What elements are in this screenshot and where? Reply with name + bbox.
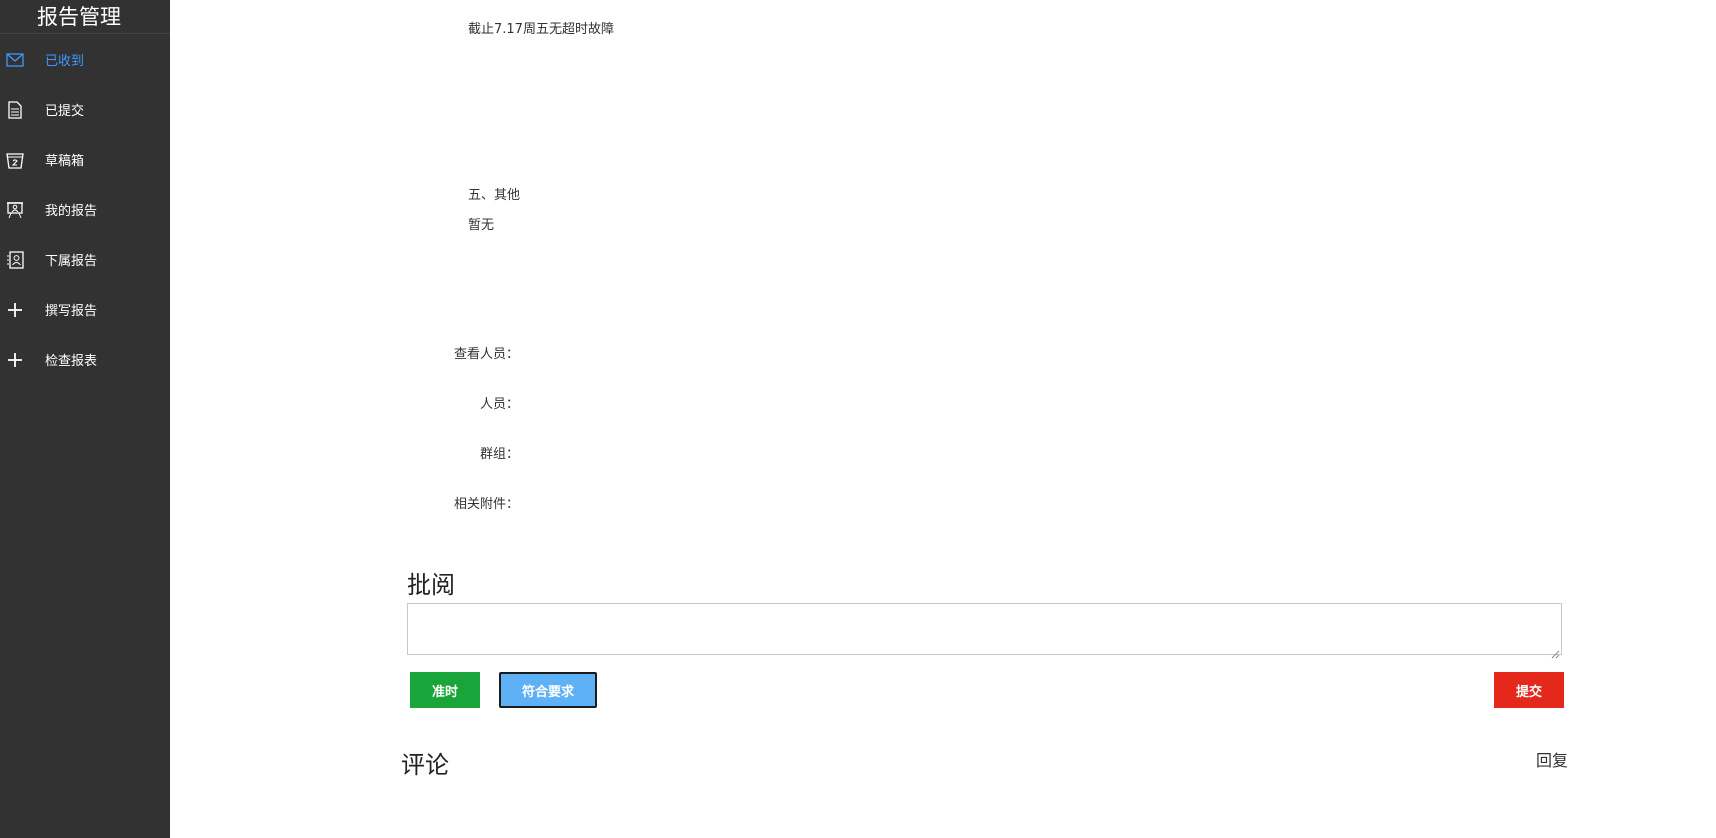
sidebar-item-label: 草稿箱 (45, 154, 85, 169)
people-label: 人员： (479, 397, 519, 412)
sidebar-title: 报告管理 (0, 0, 170, 34)
mail-icon (6, 51, 24, 69)
drafts-icon (6, 151, 24, 169)
review-textarea[interactable] (407, 603, 1562, 659)
sidebar-item-submitted[interactable]: 已提交 (0, 89, 170, 129)
comments-title: 评论 (401, 751, 449, 779)
sidebar-item-received[interactable]: 已收到 (0, 39, 170, 79)
report-line-timeout: 截止7.17周五无超时故障 (468, 22, 614, 37)
sidebar-item-check-reports[interactable]: 检查报表 (0, 339, 170, 379)
report-section5-body: 暂无 (468, 218, 495, 233)
sidebar-item-write-report[interactable]: 撰写报告 (0, 289, 170, 329)
sidebar-item-label: 我的报告 (45, 204, 98, 219)
presentation-icon (6, 201, 24, 219)
review-title: 批阅 (407, 571, 455, 599)
viewers-label: 查看人员： (453, 347, 519, 362)
resize-grip-icon[interactable] (1551, 644, 1560, 659)
plus-icon (6, 301, 24, 319)
sidebar-item-drafts[interactable]: 草稿箱 (0, 139, 170, 179)
ontime-button[interactable]: 准时 (410, 672, 480, 708)
sidebar-item-label: 检查报表 (45, 354, 98, 369)
sidebar-item-label: 已提交 (45, 104, 85, 119)
sidebar-item-my-reports[interactable]: 我的报告 (0, 189, 170, 229)
meets-requirements-button[interactable]: 符合要求 (499, 672, 597, 708)
contact-card-icon (6, 251, 24, 269)
plus-icon (6, 351, 24, 369)
sidebar-item-label: 撰写报告 (45, 304, 98, 319)
groups-label: 群组： (479, 447, 519, 462)
document-icon (6, 101, 24, 119)
sidebar-item-label: 下属报告 (45, 254, 98, 269)
submit-button[interactable]: 提交 (1494, 672, 1564, 708)
sidebar-item-label: 已收到 (45, 54, 85, 69)
attachments-label: 相关附件： (453, 497, 519, 512)
sidebar-item-subordinate-reports[interactable]: 下属报告 (0, 239, 170, 279)
sidebar: 报告管理 已收到 已提交 草稿箱 我的报告 下属报告 撰写报告 检查报表 (0, 0, 170, 838)
report-section5-title: 五、其他 (468, 188, 521, 203)
reply-link[interactable]: 回复 (1536, 747, 1568, 771)
